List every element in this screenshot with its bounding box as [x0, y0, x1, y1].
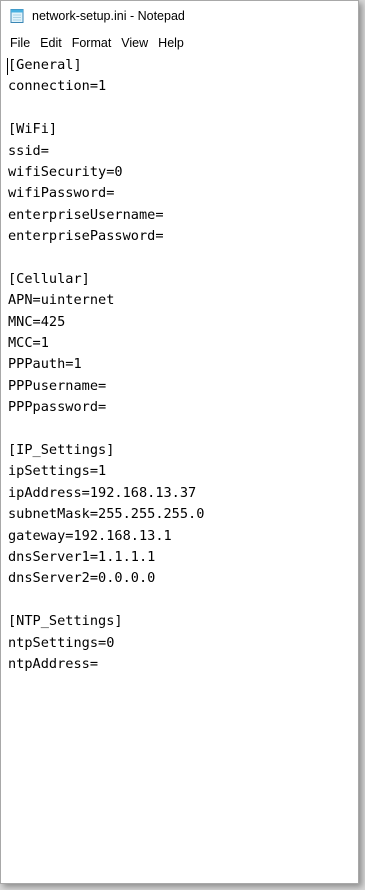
editor-line: [NTP_Settings] — [8, 613, 123, 630]
editor-line: [IP_Settings] — [8, 442, 115, 459]
title-bar[interactable]: network-setup.ini - Notepad — [1, 1, 358, 31]
editor-line: PPPpassword= — [8, 399, 107, 416]
editor-line: [WiFi] — [8, 121, 58, 138]
editor-line: [Cellular] — [8, 270, 90, 287]
editor-line: gateway=192.168.13.1 — [8, 527, 172, 544]
editor-line: MCC=1 — [8, 335, 49, 352]
text-editor[interactable]: [General] connection=1 [WiFi] ssid= wifi… — [1, 55, 358, 883]
window-title: network-setup.ini - Notepad — [32, 9, 185, 23]
editor-line: dnsServer1=1.1.1.1 — [8, 548, 156, 565]
editor-line: ntpSettings=0 — [8, 634, 115, 651]
editor-line: ipSettings=1 — [8, 463, 107, 480]
menu-view[interactable]: View — [116, 34, 153, 52]
editor-line: MNC=425 — [8, 313, 66, 330]
menu-format[interactable]: Format — [67, 34, 117, 52]
menu-edit[interactable]: Edit — [35, 34, 67, 52]
editor-line: PPPauth=1 — [8, 356, 82, 373]
menu-bar: File Edit Format View Help — [1, 31, 358, 55]
editor-line: [General] — [8, 57, 82, 73]
editor-line: wifiPassword= — [8, 185, 115, 202]
editor-line: APN=uinternet — [8, 292, 115, 309]
editor-line: wifiSecurity=0 — [8, 163, 123, 180]
editor-line: enterprisePassword= — [8, 228, 164, 245]
editor-line: dnsServer2=0.0.0.0 — [8, 570, 156, 587]
notepad-icon — [9, 8, 25, 24]
editor-line: ssid= — [8, 142, 49, 159]
editor-line: ipAddress=192.168.13.37 — [8, 484, 197, 501]
editor-line: subnetMask=255.255.255.0 — [8, 506, 205, 523]
notepad-window: network-setup.ini - Notepad File Edit Fo… — [0, 0, 359, 884]
editor-line: PPPusername= — [8, 377, 107, 394]
text-caret — [7, 58, 8, 75]
menu-help[interactable]: Help — [153, 34, 189, 52]
editor-line: connection=1 — [8, 78, 107, 95]
editor-line: enterpriseUsername= — [8, 206, 164, 223]
editor-line: ntpAddress= — [8, 655, 99, 672]
menu-file[interactable]: File — [5, 34, 35, 52]
